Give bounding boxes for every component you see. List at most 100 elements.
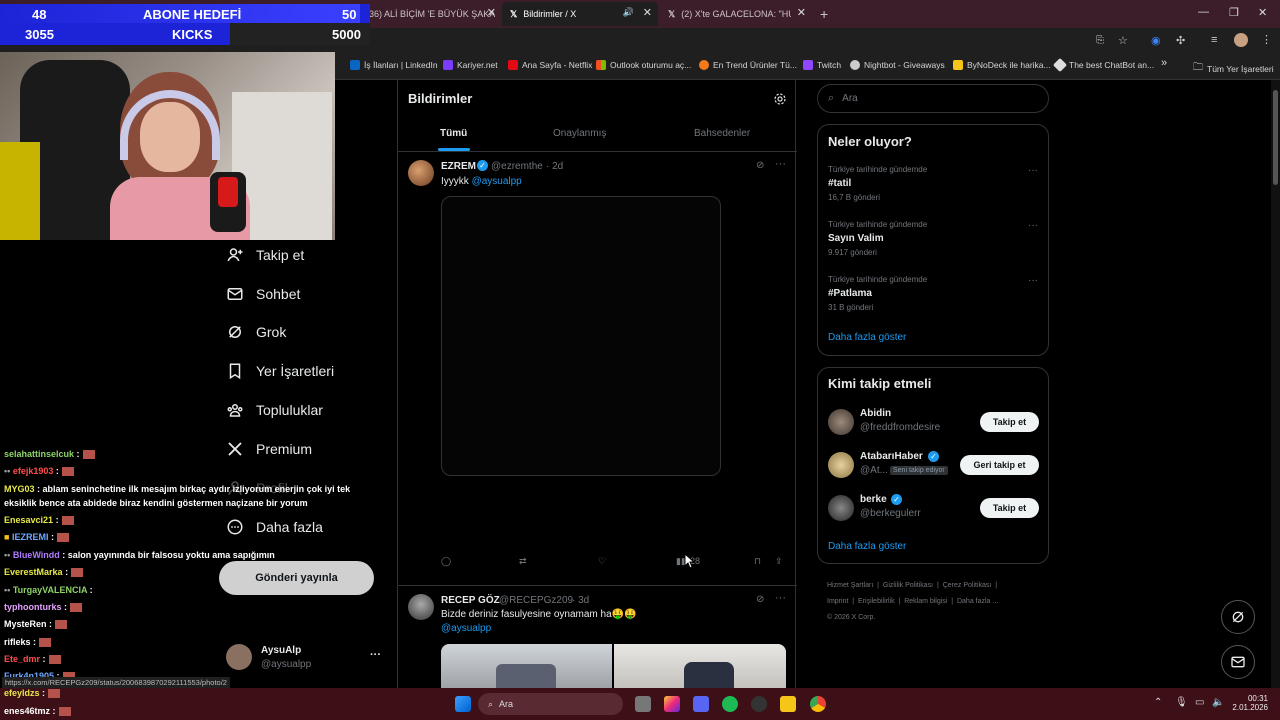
bookmark-outlook[interactable]: Outlook oturumu aç... xyxy=(596,60,691,70)
more-icon[interactable]: ··· xyxy=(1028,220,1038,231)
bookmark-nightbot[interactable]: Nightbot - Giveaways xyxy=(850,60,945,70)
gear-icon[interactable] xyxy=(773,92,787,106)
bookmark-icon[interactable]: ⊓ xyxy=(754,556,761,567)
repost-icon[interactable]: ⇄ xyxy=(519,556,527,567)
post-photo[interactable] xyxy=(614,644,786,690)
footer-link[interactable]: Erişilebilirlik xyxy=(858,598,895,605)
steam-icon[interactable] xyxy=(751,696,767,712)
more-icon[interactable]: ··· xyxy=(775,158,786,170)
search-input[interactable]: ⌕ Ara xyxy=(817,84,1049,113)
trend-item[interactable]: Türkiye tarihinde gündemde Sayın Valim 9… xyxy=(818,216,1048,266)
post-mention[interactable]: @aysualpp xyxy=(472,176,522,187)
nav-more[interactable]: Daha fazla xyxy=(226,515,323,539)
tab-notifications[interactable]: 𝕏 Bildirimler / X 🔊 ✕ xyxy=(502,2,658,26)
reply-icon[interactable]: ◯ xyxy=(441,556,451,567)
follow-button[interactable]: Takip et xyxy=(980,498,1039,518)
spotify-icon[interactable] xyxy=(722,696,738,712)
bookmark-netflix[interactable]: Ana Sayfa - Netflix xyxy=(508,60,592,70)
bookmarks-overflow[interactable]: » xyxy=(1161,57,1167,69)
grok-icon[interactable]: ⊘ xyxy=(756,594,764,605)
minimize-icon[interactable]: — xyxy=(1198,6,1209,18)
tab-youtube[interactable]: (36) ALİ BİÇİM 'E BÜYÜK ŞAKA ✕ xyxy=(362,2,502,26)
more-icon[interactable]: ··· xyxy=(1028,275,1038,286)
footer-link[interactable]: Daha fazla ... xyxy=(957,598,998,605)
grok-icon[interactable]: ⊘ xyxy=(756,160,764,171)
post-button[interactable]: Gönderi yayınla xyxy=(219,561,374,595)
bookmark-trendyol[interactable]: En Trend Ürünler Tü... xyxy=(699,60,797,70)
post-media[interactable] xyxy=(441,196,721,476)
close-icon[interactable]: ✕ xyxy=(797,6,806,19)
nav-premium[interactable]: Premium xyxy=(226,437,312,461)
footer-link[interactable]: Hizmet Şartları xyxy=(827,582,873,589)
close-icon[interactable]: ✕ xyxy=(487,6,496,19)
post-time[interactable]: · 3d xyxy=(572,595,589,606)
bookmark-kariyer[interactable]: Kariyer.net xyxy=(443,60,498,70)
volume-icon[interactable]: 🔈 xyxy=(1212,697,1224,708)
install-icon[interactable]: ⎘ xyxy=(1096,35,1104,46)
follow-suggestion[interactable]: AtabarıHaber ✓ @At... Seni takip ediyor … xyxy=(818,449,1048,481)
close-window-icon[interactable]: ✕ xyxy=(1258,6,1267,19)
tab-all[interactable]: Tümü xyxy=(440,128,467,139)
post-author-handle[interactable]: @ezremthe xyxy=(491,161,543,172)
nav-chat[interactable]: Sohbet xyxy=(226,282,300,306)
trend-item[interactable]: Türkiye tarihinde gündemde #Patlama 31 B… xyxy=(818,271,1048,321)
nav-grok[interactable]: Grok xyxy=(226,320,286,344)
menu-icon[interactable]: ⋮ xyxy=(1261,33,1272,46)
more-icon[interactable]: ··· xyxy=(370,649,381,661)
more-icon[interactable]: ··· xyxy=(1028,165,1038,176)
bookmark-linkedin[interactable]: İş İlanları | LinkedIn xyxy=(350,60,438,70)
bookmark-chatbot[interactable]: The best ChatBot an... xyxy=(1052,57,1154,73)
tab-mentions[interactable]: Bahsedenler xyxy=(694,128,750,139)
post-mention[interactable]: @aysualpp xyxy=(441,623,491,634)
task-view-icon[interactable] xyxy=(635,696,651,712)
avatar[interactable] xyxy=(408,594,434,620)
speaker-icon[interactable]: 🔊 xyxy=(623,7,634,18)
share-icon[interactable]: ⇪ xyxy=(775,556,783,567)
clock[interactable]: 00:31 2.01.2026 xyxy=(1232,694,1268,712)
chrome-icon[interactable] xyxy=(810,696,826,712)
grok-float-button[interactable] xyxy=(1221,600,1255,634)
restore-icon[interactable]: ❐ xyxy=(1229,6,1239,19)
trend-item[interactable]: Türkiye tarihinde gündemde #tatil 16,7 B… xyxy=(818,161,1048,211)
footer-link[interactable]: Gizlilik Politikası xyxy=(883,582,933,589)
follow-back-button[interactable]: Geri takip et xyxy=(960,455,1039,475)
post-author-handle[interactable]: @RECEPGz209 xyxy=(499,595,573,606)
post-author-name[interactable]: EZREM xyxy=(441,161,476,172)
nav-profile[interactable]: Profil xyxy=(226,476,288,500)
media-icon[interactable]: ≡ xyxy=(1211,34,1217,46)
bookmark-twitch[interactable]: Twitch xyxy=(803,60,841,70)
follow-suggestion[interactable]: berke ✓ @berkegulerr Takip et xyxy=(818,492,1048,524)
extension-icon[interactable]: ◉ xyxy=(1151,34,1161,47)
post-time[interactable]: · 2d xyxy=(546,161,563,172)
close-icon[interactable]: ✕ xyxy=(643,6,652,19)
taskbar-search[interactable]: ⌕ Ara xyxy=(478,693,623,715)
footer-link[interactable]: Çerez Politikası xyxy=(943,582,992,589)
show-more-link[interactable]: Daha fazla göster xyxy=(828,332,906,343)
tab-verified[interactable]: Onaylanmış xyxy=(553,128,606,139)
star-icon[interactable]: ☆ xyxy=(1118,34,1128,47)
monitor-icon[interactable]: ▭ xyxy=(1195,697,1204,708)
nav-communities[interactable]: Topluluklar xyxy=(226,398,323,422)
follow-button[interactable]: Takip et xyxy=(980,412,1039,432)
puzzle-icon[interactable]: ✣ xyxy=(1176,34,1185,47)
messages-float-button[interactable] xyxy=(1221,645,1255,679)
show-more-link[interactable]: Daha fazla göster xyxy=(828,541,906,552)
instagram-icon[interactable] xyxy=(664,696,680,712)
profile-avatar[interactable] xyxy=(1234,33,1248,47)
new-tab-button[interactable]: + xyxy=(820,2,840,26)
like-icon[interactable]: ♡ xyxy=(598,556,606,567)
scrollbar[interactable] xyxy=(1271,80,1280,688)
nav-bookmarks[interactable]: Yer İşaretleri xyxy=(226,359,334,383)
follow-suggestion[interactable]: Abidin @freddfromdesire Takip et xyxy=(818,406,1048,438)
account-switcher[interactable]: AysuAlp @aysualpp ··· xyxy=(226,644,386,674)
folder-icon[interactable] xyxy=(780,696,796,712)
avatar[interactable] xyxy=(408,160,434,186)
windows-start-icon[interactable] xyxy=(455,696,471,712)
microphone-icon[interactable]: 🎙 xyxy=(1175,697,1188,708)
nav-follow[interactable]: Takip et xyxy=(226,243,304,267)
scrollbar-thumb[interactable] xyxy=(1273,90,1278,185)
post[interactable]: RECEP GÖZ @RECEPGz209 · 3d ⊘ ··· Bizde d… xyxy=(398,586,797,690)
footer-link[interactable]: Imprint xyxy=(827,598,848,605)
discord-icon[interactable] xyxy=(693,696,709,712)
bookmark-bynodeck[interactable]: ByNoDeck ile harika... xyxy=(953,60,1051,70)
